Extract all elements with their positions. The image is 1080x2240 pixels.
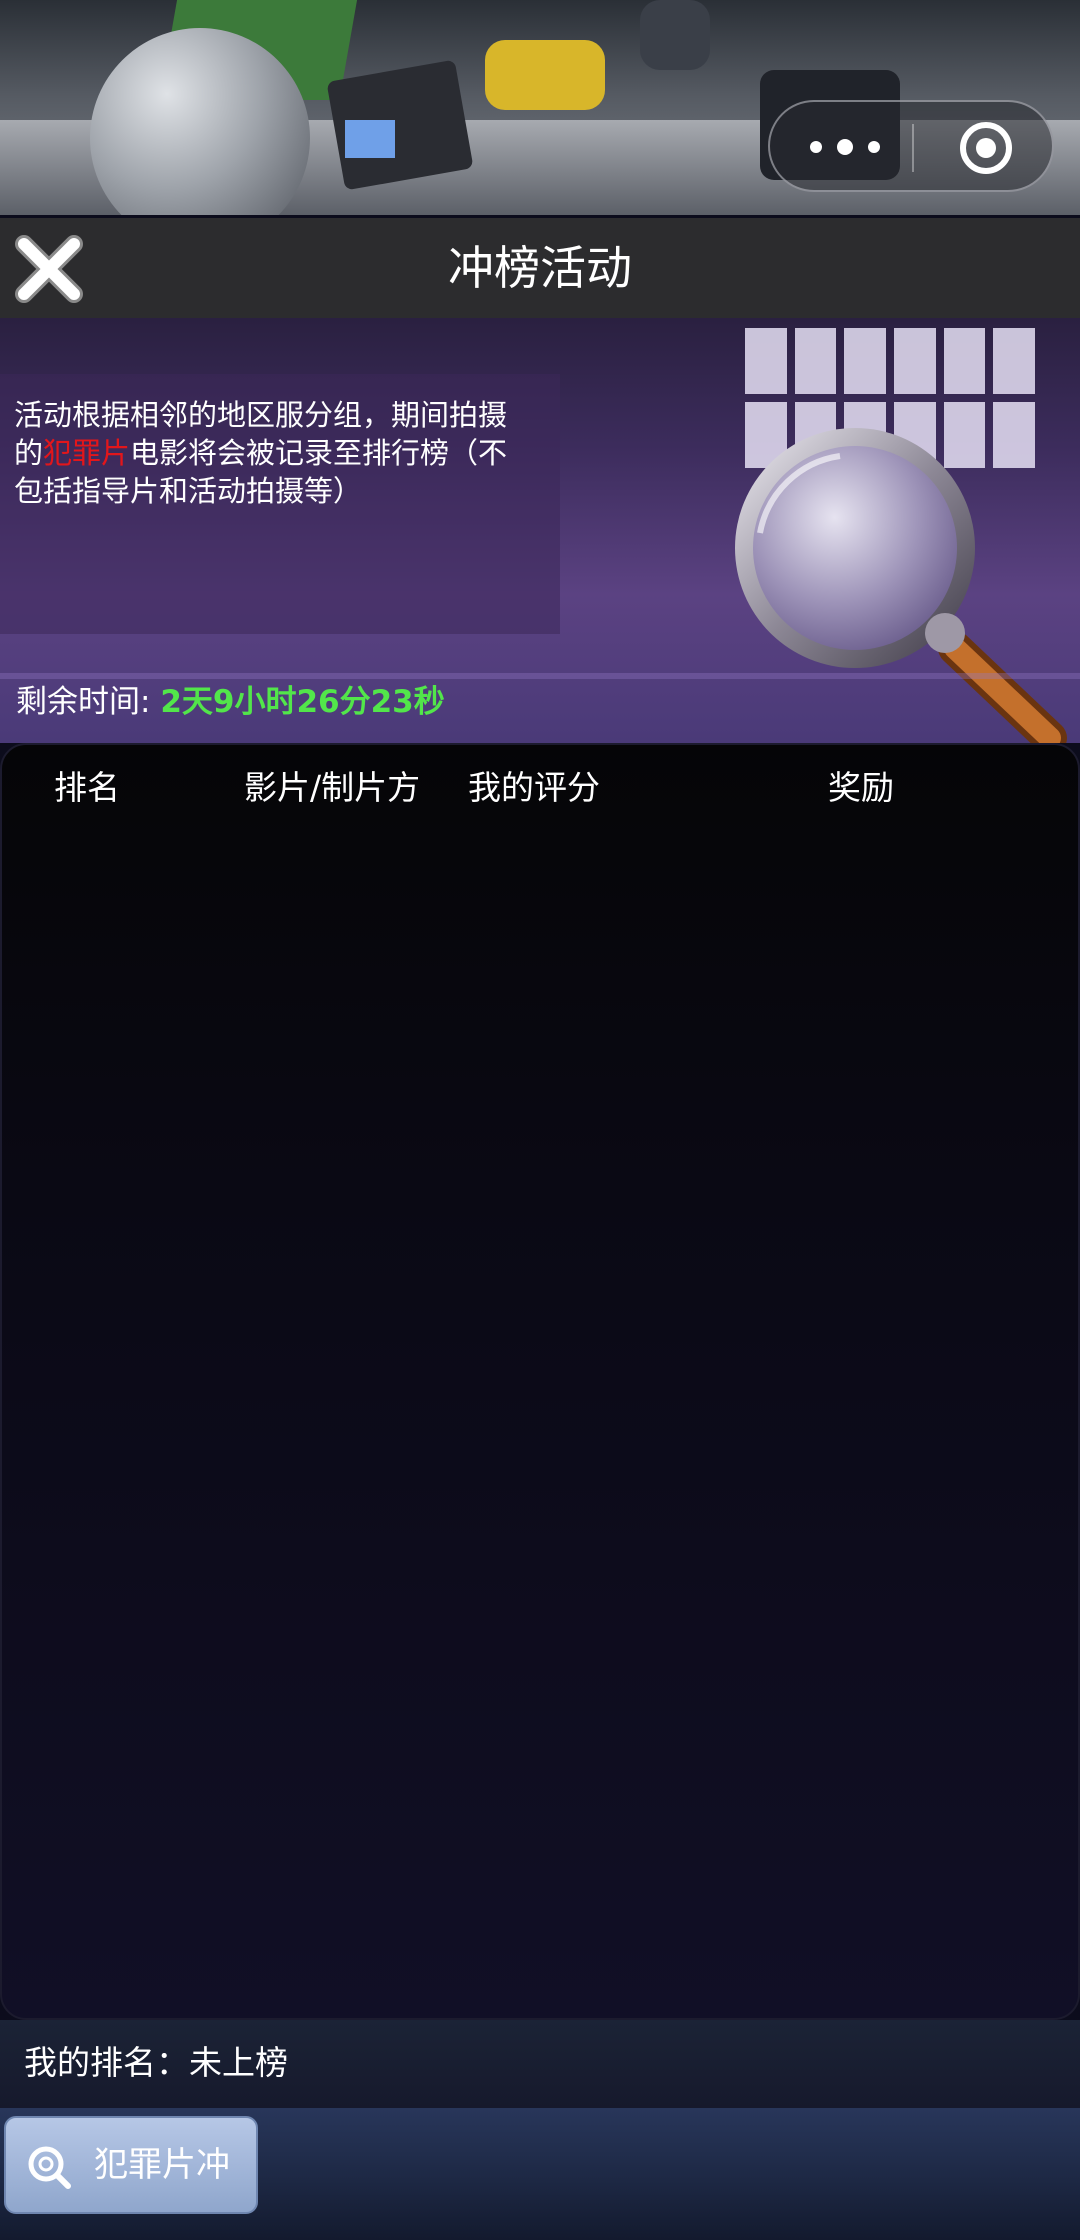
page-title: 冲榜活动: [448, 241, 632, 295]
banner-divider: [0, 673, 1080, 679]
tab-label: 犯罪片冲: [94, 2145, 230, 2185]
my-ranking-value: 未上榜: [189, 2043, 288, 2082]
bottom-tab-bar: 犯罪片冲: [0, 2108, 1080, 2240]
event-banner: 活动根据相邻的地区服分组，期间拍摄的犯罪片电影将会被记录至排行榜（不包括指导片和…: [0, 318, 1080, 743]
scene-figure-prop: [640, 0, 710, 70]
column-header-film: 影片/制片方: [244, 768, 421, 807]
my-ranking-label: 我的排名：: [24, 2043, 189, 2082]
remaining-time-label: 剩余时间:: [16, 684, 151, 720]
my-ranking-bar: 我的排名：未上榜: [0, 2020, 1080, 2108]
close-x-icon[interactable]: [14, 234, 84, 304]
ranking-table[interactable]: 排名 影片/制片方 我的评分 奖励: [0, 743, 1080, 2020]
column-header-score: 我的评分: [468, 768, 600, 807]
capsule-divider: [912, 124, 914, 172]
column-header-reward: 奖励: [828, 768, 894, 807]
genre-highlight: 犯罪片: [43, 436, 131, 470]
title-bar: 冲榜活动: [0, 218, 1080, 318]
event-description: 活动根据相邻的地区服分组，期间拍摄的犯罪片电影将会被记录至排行榜（不包括指导片和…: [14, 396, 534, 510]
remaining-time-value: 2天9小时26分23秒: [160, 684, 445, 720]
tab-crime-film[interactable]: 犯罪片冲: [4, 2116, 258, 2214]
column-header-rank: 排名: [54, 768, 120, 807]
magnifier-icon: [28, 2146, 71, 2189]
scene-gold-prop: [485, 40, 605, 110]
remaining-time: 剩余时间: 2天9小时26分23秒: [16, 680, 445, 724]
scene-monitor-prop: [345, 120, 395, 158]
more-dots-icon[interactable]: [810, 132, 880, 162]
miniprogram-capsule: [768, 100, 1054, 192]
target-circle-icon[interactable]: [960, 122, 1012, 174]
my-ranking: 我的排名：未上榜: [24, 2038, 288, 2088]
magnifier-icon: [735, 428, 1067, 743]
game-scene-background: [0, 0, 1080, 215]
